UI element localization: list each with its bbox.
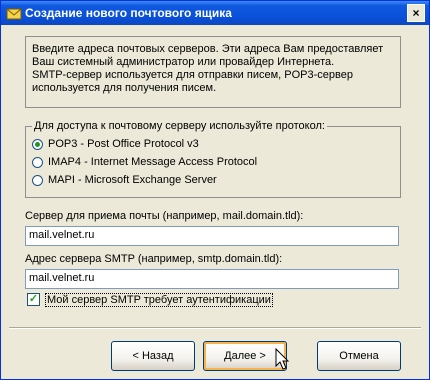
radio-imap4[interactable]: IMAP4 - Internet Message Access Protocol	[32, 155, 257, 169]
radio-button[interactable]	[32, 174, 43, 186]
smtp-server-label: Адрес сервера SMTP (например, smtp.domai…	[25, 253, 283, 265]
separator	[9, 327, 421, 329]
back-button[interactable]: < Назад	[111, 341, 195, 371]
radio-label: MAPI - Microsoft Exchange Server	[48, 174, 217, 186]
radio-label: IMAP4 - Internet Message Access Protocol	[48, 156, 258, 168]
incoming-server-input[interactable]: mail.velnet.ru	[25, 226, 399, 246]
info-line: Введите адреса почтовых серверов. Эти ад…	[32, 43, 384, 55]
smtp-auth-checkbox-row[interactable]: ✓ Мой сервер SMTP требует аутентификации	[27, 292, 273, 307]
info-line: используется для получения писем.	[32, 82, 217, 94]
info-line: SMTP-сервер используется для отправки пи…	[32, 69, 353, 81]
info-text-box: Введите адреса почтовых серверов. Эти ад…	[25, 36, 401, 108]
incoming-server-label: Сервер для приема почты (например, mail.…	[25, 210, 304, 222]
radio-button[interactable]	[32, 138, 43, 150]
window-title: Создание нового почтового ящика	[25, 6, 232, 20]
radio-label: POP3 - Post Office Protocol v3	[48, 138, 199, 150]
smtp-auth-checkbox[interactable]: ✓	[27, 293, 40, 306]
cancel-button[interactable]: Отмена	[317, 341, 401, 371]
radio-button[interactable]	[32, 156, 43, 168]
mailbox-icon	[6, 8, 22, 20]
info-line: Ваш системный администратор или провайде…	[32, 56, 335, 68]
radio-pop3[interactable]: POP3 - Post Office Protocol v3	[32, 137, 199, 151]
radio-mapi[interactable]: MAPI - Microsoft Exchange Server	[32, 173, 217, 187]
mouse-cursor-icon	[275, 348, 290, 370]
close-button[interactable]: ×	[407, 4, 425, 22]
title-bar[interactable]: Создание нового почтового ящика ×	[1, 1, 429, 25]
protocol-group: Для доступа к почтовому серверу использу…	[25, 120, 401, 198]
smtp-auth-label: Мой сервер SMTP требует аутентификации	[45, 292, 273, 307]
protocol-legend: Для доступа к почтовому серверу использу…	[32, 120, 327, 132]
smtp-server-input[interactable]: mail.velnet.ru	[25, 269, 399, 289]
dialog-window: Создание нового почтового ящика × Введит…	[0, 0, 430, 380]
